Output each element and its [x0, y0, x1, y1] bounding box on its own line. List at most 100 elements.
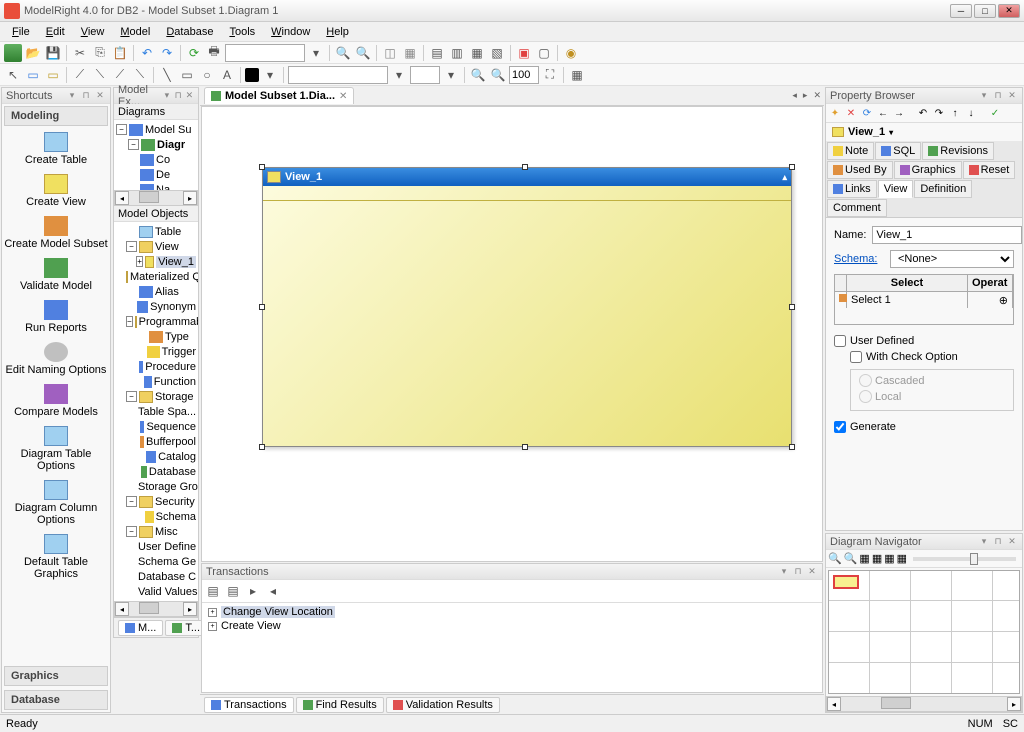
property-object-header[interactable]: View_1 ▾: [826, 123, 1022, 141]
trans-tb4-icon[interactable]: ◂: [264, 582, 282, 600]
menu-database[interactable]: Database: [158, 24, 221, 40]
shortcut-create-model-subset[interactable]: Create Model Subset: [2, 212, 110, 254]
zoom-input[interactable]: [509, 66, 539, 84]
tree-node[interactable]: Synonym: [116, 299, 196, 314]
pin-icon[interactable]: ⊓: [992, 90, 1004, 102]
pb4-icon[interactable]: ↓: [964, 106, 978, 120]
close-icon[interactable]: ✕: [185, 90, 194, 102]
rect-icon[interactable]: ▭: [178, 66, 196, 84]
menu-model[interactable]: Model: [112, 24, 158, 40]
menu-help[interactable]: Help: [318, 24, 357, 40]
add-icon[interactable]: ✦: [828, 106, 842, 120]
menu-view[interactable]: View: [73, 24, 113, 40]
dropdown-icon[interactable]: ▾: [307, 44, 325, 62]
tab-graphics[interactable]: Graphics: [894, 161, 962, 179]
tree-node[interactable]: Valid Values: [116, 584, 196, 599]
diagrams-scroll[interactable]: ◂▸: [114, 190, 198, 206]
tb-icon-1[interactable]: ◫: [381, 44, 399, 62]
tree-node[interactable]: +View_1: [116, 254, 196, 269]
dropdown-icon[interactable]: ▾: [978, 536, 990, 548]
rel3-icon[interactable]: ⟋: [111, 66, 129, 84]
tree-node[interactable]: −Security: [116, 494, 196, 509]
cut-icon[interactable]: ✂: [71, 44, 89, 62]
shortcuts-group-graphics[interactable]: Graphics: [4, 666, 108, 686]
tab-usedby[interactable]: Used By: [827, 161, 893, 179]
objects-scroll[interactable]: ◂▸: [114, 601, 198, 617]
dropdown4-icon[interactable]: ▾: [442, 66, 460, 84]
chk-with-check-option[interactable]: With Check Option: [834, 349, 1014, 365]
tree-node[interactable]: Database: [116, 464, 196, 479]
minimize-button[interactable]: ─: [950, 4, 972, 18]
zoomout-icon[interactable]: 🔍: [844, 552, 858, 565]
diagrams-tree[interactable]: −Model Su −Diagr Co De Na: [114, 120, 198, 190]
shortcut-diagram-column-options[interactable]: Diagram Column Options: [2, 476, 110, 530]
resize-handle[interactable]: [789, 444, 795, 450]
tree-node[interactable]: Type: [116, 329, 196, 344]
size-input[interactable]: [410, 66, 440, 84]
trans-tb3-icon[interactable]: ▸: [244, 582, 262, 600]
tab-links[interactable]: Links: [827, 180, 877, 198]
resize-handle[interactable]: [259, 164, 265, 170]
view-tool-icon[interactable]: ▭: [44, 66, 62, 84]
tree-node[interactable]: Materialized Qu: [116, 269, 196, 284]
model-objects-tree[interactable]: Table−View+View_1Materialized QuAliasSyn…: [114, 222, 198, 601]
diagram-canvas[interactable]: View_1▴: [201, 106, 823, 562]
open-icon[interactable]: 📂: [24, 44, 42, 62]
pointer-icon[interactable]: ↖: [4, 66, 22, 84]
tab-view[interactable]: View: [878, 180, 914, 198]
refresh-icon[interactable]: ⟳: [860, 106, 874, 120]
copy-icon[interactable]: ⎘: [91, 44, 109, 62]
tab-revisions[interactable]: Revisions: [922, 142, 994, 160]
redo-icon[interactable]: ↷: [158, 44, 176, 62]
rel2-icon[interactable]: ⟍: [91, 66, 109, 84]
zoomin-icon[interactable]: 🔍: [828, 552, 842, 565]
fill-icon[interactable]: [245, 68, 259, 82]
shortcut-validate-model[interactable]: Validate Model: [2, 254, 110, 296]
pb1-icon[interactable]: ↶: [916, 106, 930, 120]
save-icon[interactable]: 💾: [44, 44, 62, 62]
menu-window[interactable]: Window: [263, 24, 318, 40]
find-next-icon[interactable]: 🔍: [354, 44, 372, 62]
transaction-item[interactable]: +Create View: [208, 619, 816, 633]
tab-m[interactable]: M...: [118, 620, 163, 636]
delete-icon[interactable]: ✕: [844, 106, 858, 120]
tb-icon-9[interactable]: ◉: [562, 44, 580, 62]
back-icon[interactable]: ←: [876, 106, 890, 120]
shortcut-compare-models[interactable]: Compare Models: [2, 380, 110, 422]
schema-select[interactable]: <None>: [890, 250, 1014, 268]
font-input[interactable]: [288, 66, 388, 84]
refresh-icon[interactable]: ⟳: [185, 44, 203, 62]
dropdown-icon[interactable]: ▾: [889, 128, 893, 137]
undo-icon[interactable]: ↶: [138, 44, 156, 62]
close-icon[interactable]: ✕: [94, 90, 106, 102]
resize-handle[interactable]: [259, 304, 265, 310]
name-input[interactable]: [872, 226, 1022, 244]
dropdown2-icon[interactable]: ▾: [261, 66, 279, 84]
tree-node[interactable]: −Programmabi...: [116, 314, 196, 329]
tb-icon-5[interactable]: ▦: [468, 44, 486, 62]
tree-node[interactable]: Trigger: [116, 344, 196, 359]
pin-icon[interactable]: ⊓: [174, 90, 183, 102]
tree-node[interactable]: Schema Ge: [116, 554, 196, 569]
shortcut-edit-naming[interactable]: Edit Naming Options: [2, 338, 110, 380]
tree-node[interactable]: Function: [116, 374, 196, 389]
collapse-icon[interactable]: ▴: [782, 172, 787, 183]
shortcut-create-table[interactable]: Create Table: [2, 128, 110, 170]
tree-node[interactable]: Table: [116, 224, 196, 239]
paste-icon[interactable]: 📋: [111, 44, 129, 62]
print-icon[interactable]: 🖶: [205, 44, 223, 62]
resize-handle[interactable]: [259, 444, 265, 450]
shortcuts-group-database[interactable]: Database: [4, 690, 108, 710]
shortcut-diagram-table-options[interactable]: Diagram Table Options: [2, 422, 110, 476]
navigator-viewport[interactable]: [833, 575, 859, 589]
nav1-icon[interactable]: ▦: [859, 552, 869, 565]
zoomin-icon[interactable]: 🔍: [469, 66, 487, 84]
tree-node[interactable]: Database C: [116, 569, 196, 584]
pin-icon[interactable]: ⊓: [80, 90, 92, 102]
tab-comment[interactable]: Comment: [827, 199, 887, 217]
tab-sql[interactable]: SQL: [875, 142, 921, 160]
tree-node[interactable]: Schema: [116, 509, 196, 524]
resize-handle[interactable]: [789, 164, 795, 170]
view-entity[interactable]: View_1▴: [262, 167, 792, 447]
tab-next-icon[interactable]: ▸: [800, 90, 811, 101]
